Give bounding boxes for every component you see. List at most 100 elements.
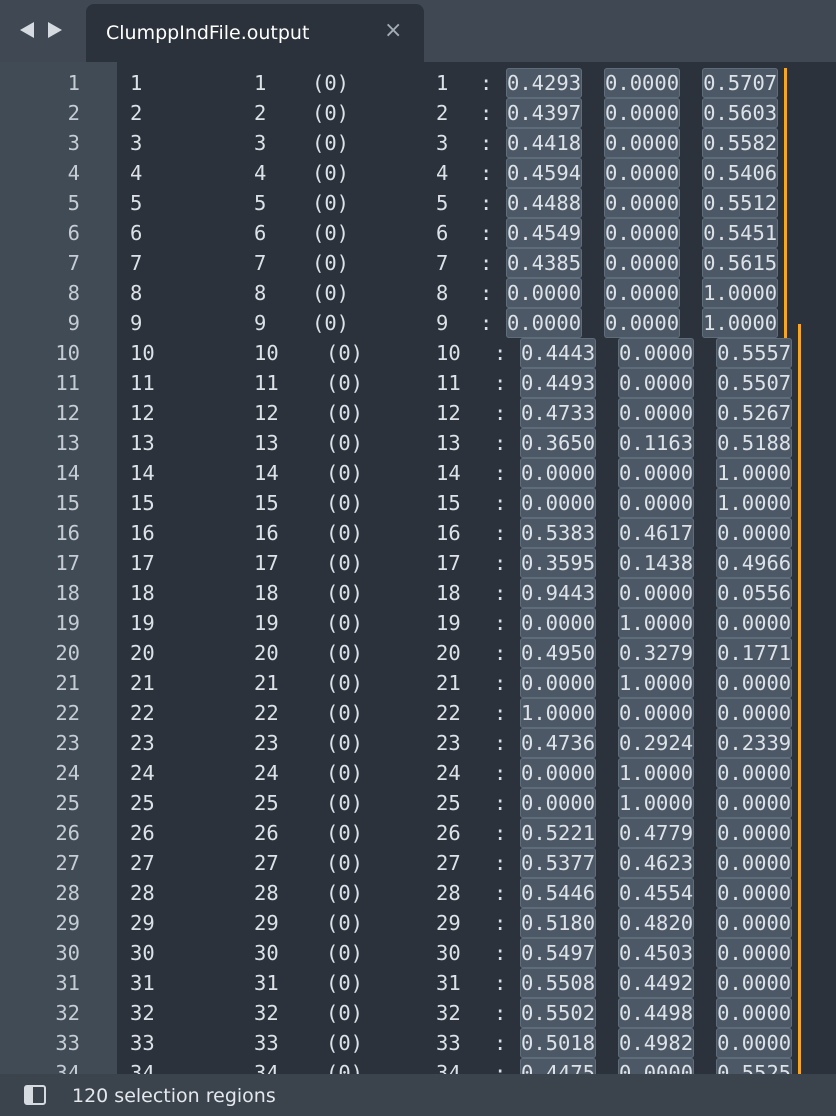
column-individual-index: 34 — [130, 1061, 155, 1074]
chevron-left-icon[interactable] — [20, 22, 34, 38]
status-bar: 120 selection regions — [0, 1074, 836, 1116]
membership-value: 1.0000 — [520, 698, 597, 728]
column-individual-label: 30 — [254, 941, 279, 965]
line-number: 34 — [55, 1061, 80, 1074]
column-missing: (0) — [326, 941, 364, 965]
membership-value: 0.4950 — [520, 638, 597, 668]
membership-value: 1.0000 — [702, 308, 779, 338]
membership-value: 0.0000 — [604, 188, 681, 218]
line-number: 2 — [67, 101, 80, 125]
membership-value: 0.0000 — [716, 668, 793, 698]
column-individual-index: 18 — [130, 581, 155, 605]
membership-value: 0.5188 — [716, 428, 793, 458]
column-missing: (0) — [326, 371, 364, 395]
column-missing: (0) — [326, 821, 364, 845]
membership-value: 0.2924 — [618, 728, 695, 758]
column-population: 30 — [436, 941, 461, 965]
column-missing: (0) — [326, 611, 364, 635]
column-individual-index: 21 — [130, 671, 155, 695]
column-individual-label: 3 — [254, 131, 267, 155]
membership-value: 0.0000 — [716, 818, 793, 848]
membership-value: 0.0000 — [716, 608, 793, 638]
column-separator: : — [494, 431, 507, 455]
column-separator: : — [494, 551, 507, 575]
text-line: 23 23 23 (0) 23:0.4736 0.2924 0.2339 — [0, 728, 836, 758]
column-individual-index: 8 — [130, 281, 143, 305]
membership-value: 0.3650 — [520, 428, 597, 458]
text-line: 9 9 9 (0) 9:0.0000 0.0000 1.0000 — [0, 308, 836, 338]
column-separator: : — [494, 761, 507, 785]
column-missing: (0) — [326, 911, 364, 935]
membership-value: 0.0000 — [716, 878, 793, 908]
column-population: 19 — [436, 611, 461, 635]
text-line: 31 31 31 (0) 31:0.5508 0.4492 0.0000 — [0, 968, 836, 998]
column-population: 26 — [436, 821, 461, 845]
membership-value: 0.4475 — [520, 1058, 597, 1074]
column-individual-label: 9 — [254, 311, 267, 335]
membership-value: 0.5603 — [702, 98, 779, 128]
line-number: 16 — [55, 521, 80, 545]
membership-value: 0.5615 — [702, 248, 779, 278]
column-individual-label: 27 — [254, 851, 279, 875]
column-separator: : — [494, 521, 507, 545]
column-individual-index: 28 — [130, 881, 155, 905]
column-separator: : — [480, 191, 493, 215]
column-missing: (0) — [326, 761, 364, 785]
column-missing: (0) — [312, 191, 350, 215]
membership-value: 0.1163 — [618, 428, 695, 458]
column-individual-index: 5 — [130, 191, 143, 215]
membership-value: 0.5267 — [716, 398, 793, 428]
column-missing: (0) — [312, 251, 350, 275]
membership-value: 0.4498 — [618, 998, 695, 1028]
membership-value: 0.0000 — [604, 278, 681, 308]
column-separator: : — [494, 491, 507, 515]
column-population: 4 — [436, 161, 449, 185]
membership-value: 0.1771 — [716, 638, 793, 668]
column-individual-label: 21 — [254, 671, 279, 695]
membership-value: 0.5582 — [702, 128, 779, 158]
membership-value: 0.5512 — [702, 188, 779, 218]
text-line: 17 17 17 (0) 17:0.3595 0.1438 0.4966 — [0, 548, 836, 578]
text-line: 3 3 3 (0) 3:0.4418 0.0000 0.5582 — [0, 128, 836, 158]
column-individual-index: 9 — [130, 311, 143, 335]
column-missing: (0) — [326, 551, 364, 575]
column-individual-index: 12 — [130, 401, 155, 425]
membership-value: 0.4443 — [520, 338, 597, 368]
membership-value: 0.3279 — [618, 638, 695, 668]
membership-value: 0.4293 — [506, 68, 583, 98]
column-individual-index: 16 — [130, 521, 155, 545]
membership-value: 0.0000 — [520, 488, 597, 518]
column-separator: : — [494, 791, 507, 815]
chevron-right-icon[interactable] — [48, 22, 62, 38]
membership-value: 0.0000 — [716, 1028, 793, 1058]
membership-value: 0.0000 — [604, 218, 681, 248]
column-individual-index: 14 — [130, 461, 155, 485]
column-individual-index: 26 — [130, 821, 155, 845]
column-population: 33 — [436, 1031, 461, 1055]
column-individual-label: 25 — [254, 791, 279, 815]
column-individual-label: 32 — [254, 1001, 279, 1025]
tab-clumppindfile[interactable]: ClumppIndFile.output × — [86, 4, 424, 62]
column-population: 17 — [436, 551, 461, 575]
column-missing: (0) — [326, 671, 364, 695]
membership-value: 0.2339 — [716, 728, 793, 758]
column-population: 8 — [436, 281, 449, 305]
column-individual-label: 13 — [254, 431, 279, 455]
line-number: 5 — [67, 191, 80, 215]
membership-value: 0.4493 — [520, 368, 597, 398]
sidebar-toggle-icon[interactable] — [24, 1085, 46, 1105]
column-population: 2 — [436, 101, 449, 125]
line-number: 29 — [55, 911, 80, 935]
line-number: 24 — [55, 761, 80, 785]
column-individual-index: 6 — [130, 221, 143, 245]
column-individual-label: 23 — [254, 731, 279, 755]
column-separator: : — [494, 701, 507, 725]
column-individual-index: 23 — [130, 731, 155, 755]
line-number: 6 — [67, 221, 80, 245]
close-icon[interactable]: × — [384, 19, 402, 43]
text-editor[interactable]: 1 1 1 (0) 1:0.4293 0.0000 0.5707 2 2 2 (0) 2:0.4397… — [0, 62, 836, 1074]
column-individual-index: 30 — [130, 941, 155, 965]
membership-value: 0.5383 — [520, 518, 597, 548]
text-line: 33 33 33 (0) 33:0.5018 0.4982 0.0000 — [0, 1028, 836, 1058]
membership-value: 0.5221 — [520, 818, 597, 848]
